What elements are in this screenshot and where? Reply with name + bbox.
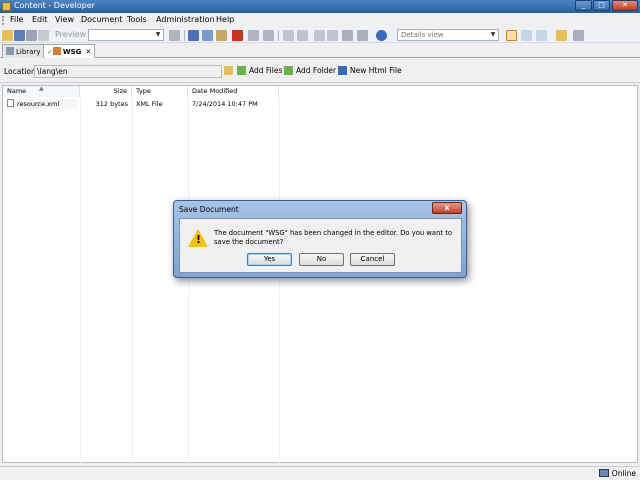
find-icon[interactable] [342, 30, 353, 41]
outdent-icon[interactable] [327, 30, 338, 41]
dialog-body: The document "WSG" has been changed in t… [179, 218, 462, 273]
menu-help[interactable]: Help [216, 15, 234, 24]
window-title: Content - Developer [14, 1, 95, 10]
status-online: Online [598, 469, 636, 478]
project-icon [52, 47, 61, 55]
copy-icon[interactable] [202, 30, 213, 41]
print-icon[interactable] [38, 30, 49, 41]
folder-up-icon [224, 66, 233, 75]
save-icon[interactable] [14, 30, 25, 41]
paste-icon[interactable] [216, 30, 227, 41]
refresh-icon[interactable] [263, 30, 274, 41]
network-icon [598, 469, 609, 477]
tab-library[interactable]: Library [2, 44, 45, 58]
library-icon [6, 47, 14, 55]
status-text: Online [611, 469, 636, 478]
undo-icon[interactable] [283, 30, 294, 41]
cut-icon[interactable] [188, 30, 199, 41]
view-select[interactable]: Details view ▼ [397, 29, 499, 41]
sync-icon[interactable] [573, 30, 584, 41]
delete-icon[interactable] [232, 30, 243, 41]
dialog-title: Save Document [179, 205, 239, 214]
stop-icon[interactable] [169, 30, 180, 41]
file-modified-cell: 7/24/2014 10:47 PM [192, 100, 258, 108]
column-header-type[interactable]: Type [132, 86, 188, 97]
maximize-button[interactable]: □ [593, 0, 610, 11]
status-bar: Online [0, 466, 640, 480]
column-header-date-modified[interactable]: Date Modified [188, 86, 279, 97]
title-bar: Content - Developer _ □ ✕ [0, 0, 640, 13]
cancel-button[interactable]: Cancel [350, 253, 395, 266]
details-view-icon[interactable] [506, 30, 517, 41]
preview-button[interactable]: Preview [55, 30, 86, 39]
add-folder-button[interactable]: Add Folder [284, 66, 336, 75]
help-icon[interactable] [376, 30, 387, 41]
close-button[interactable]: ✕ [612, 0, 638, 11]
tab-close-icon[interactable]: ✕ [85, 48, 91, 56]
save-all-icon[interactable] [26, 30, 37, 41]
xml-file-icon [7, 99, 14, 107]
columns-view-icon[interactable] [536, 30, 547, 41]
toolbar: Preview ▼ Details view ▼ [0, 28, 640, 43]
new-html-file-button[interactable]: New Html File [338, 66, 402, 75]
dialog-close-button[interactable]: x [432, 202, 462, 214]
document-combo[interactable]: ▼ [88, 29, 164, 41]
file-type-cell: XML File [136, 100, 163, 108]
up-folder-icon[interactable] [556, 30, 567, 41]
add-folder-icon [284, 66, 293, 75]
menu-edit[interactable]: Edit [32, 15, 48, 24]
tab-wsg[interactable]: ✓ WSG ✕ [43, 44, 96, 58]
no-button[interactable]: No [299, 253, 344, 266]
save-document-dialog: Save Document x The document "WSG" has b… [173, 200, 467, 278]
column-header-size[interactable]: Size [80, 86, 132, 97]
spellcheck-icon[interactable] [357, 30, 368, 41]
menu-file[interactable]: File [10, 15, 23, 24]
dialog-message: The document "WSG" has been changed in t… [214, 229, 453, 246]
minimize-button[interactable]: _ [575, 0, 592, 11]
tab-wsg-label: WSG [62, 48, 82, 56]
app-icon [2, 2, 11, 11]
chevron-down-icon: ▼ [490, 31, 496, 38]
warning-icon [188, 229, 208, 247]
add-folder-label: Add Folder [296, 66, 337, 75]
menu-view[interactable]: View [55, 15, 74, 24]
redo-icon[interactable] [297, 30, 308, 41]
menu-bar: File Edit View Document Tools Administra… [0, 13, 640, 28]
add-files-label: Add Files [249, 66, 283, 75]
view-select-value: Details view [401, 31, 444, 39]
file-size-cell: 312 bytes [95, 100, 128, 108]
tab-library-label: Library [16, 48, 41, 56]
new-html-file-icon [338, 66, 347, 75]
yes-button[interactable]: Yes [247, 253, 292, 266]
column-header-name[interactable]: ▲ Name [3, 85, 80, 97]
location-bar: Location: \lang\en Add Files Add Folder … [0, 59, 640, 83]
indent-icon[interactable] [314, 30, 325, 41]
new-html-file-label: New Html File [350, 66, 402, 75]
sort-ascending-icon: ▲ [39, 85, 44, 92]
up-folder-button[interactable] [224, 66, 236, 75]
menu-tools[interactable]: Tools [127, 15, 147, 24]
chevron-down-icon: ▼ [155, 31, 161, 38]
menu-administration[interactable]: Administration [156, 15, 215, 24]
location-input[interactable]: \lang\en [34, 65, 222, 78]
tab-strip: Library ✓ WSG ✕ [0, 43, 640, 58]
list-view-icon[interactable] [521, 30, 532, 41]
menu-document[interactable]: Document [81, 15, 122, 24]
file-name-cell[interactable]: resource.xml [7, 99, 77, 109]
properties-icon[interactable] [248, 30, 259, 41]
open-folder-icon[interactable] [2, 30, 13, 41]
add-files-icon [237, 66, 246, 75]
menu-grip [2, 16, 5, 25]
add-files-button[interactable]: Add Files [237, 66, 282, 75]
